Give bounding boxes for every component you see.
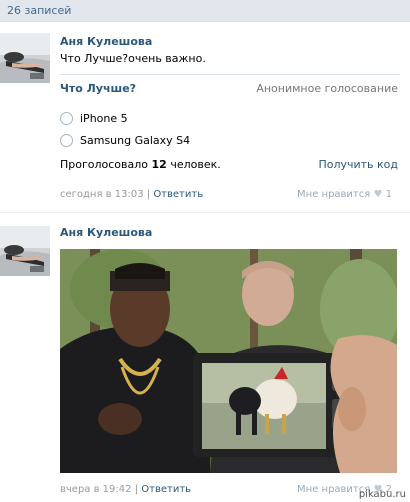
- like-button[interactable]: Мне нравится ♥ 1: [297, 189, 392, 200]
- poll-option-label[interactable]: Samsung Galaxy S4: [80, 134, 190, 147]
- reply-link[interactable]: Ответить: [141, 484, 191, 495]
- votes-suffix: человек.: [170, 158, 221, 171]
- poll-title: Что Лучше?: [60, 82, 137, 95]
- radio-button[interactable]: [60, 134, 73, 147]
- like-label: Мне нравится: [297, 189, 371, 200]
- separator: |: [134, 484, 139, 495]
- like-count: 1: [385, 189, 392, 200]
- post-date[interactable]: сегодня в 13:03: [60, 189, 144, 200]
- separator: |: [146, 189, 151, 200]
- votes-count: 12: [151, 158, 167, 171]
- wall-header: 26 записей: [0, 0, 410, 22]
- poll: Что Лучше? Анонимное голосование iPhone …: [60, 74, 400, 189]
- post-text: Что Лучше?очень важно.: [60, 52, 206, 65]
- posts-count[interactable]: 26 записей: [7, 4, 71, 17]
- post-meta: сегодня в 13:03 | Ответить: [60, 189, 203, 200]
- watermark: pikabu.ru: [358, 489, 406, 500]
- radio-button[interactable]: [60, 112, 73, 125]
- post-author[interactable]: Аня Кулешова: [60, 226, 152, 239]
- post-date[interactable]: вчера в 19:42: [60, 484, 132, 495]
- post-photo[interactable]: [60, 249, 397, 473]
- avatar[interactable]: [0, 33, 50, 83]
- poll-votes: Проголосовало 12 человек.: [60, 158, 221, 171]
- heart-icon: ♥: [373, 189, 383, 200]
- wall-post: Аня Кулешова Что Лучше?очень важно. Что …: [0, 22, 410, 212]
- wall-post: Аня Кулешова вчера в 19:42 | Ответить Мн…: [0, 212, 410, 502]
- votes-prefix: Проголосовало: [60, 158, 149, 171]
- post-meta: вчера в 19:42 | Ответить: [60, 484, 191, 495]
- poll-type: Анонимное голосование: [256, 82, 398, 95]
- avatar[interactable]: [0, 226, 50, 276]
- get-code-link[interactable]: Получить код: [318, 158, 398, 171]
- poll-option-label[interactable]: iPhone 5: [80, 112, 128, 125]
- post-author[interactable]: Аня Кулешова: [60, 35, 152, 48]
- reply-link[interactable]: Ответить: [153, 189, 203, 200]
